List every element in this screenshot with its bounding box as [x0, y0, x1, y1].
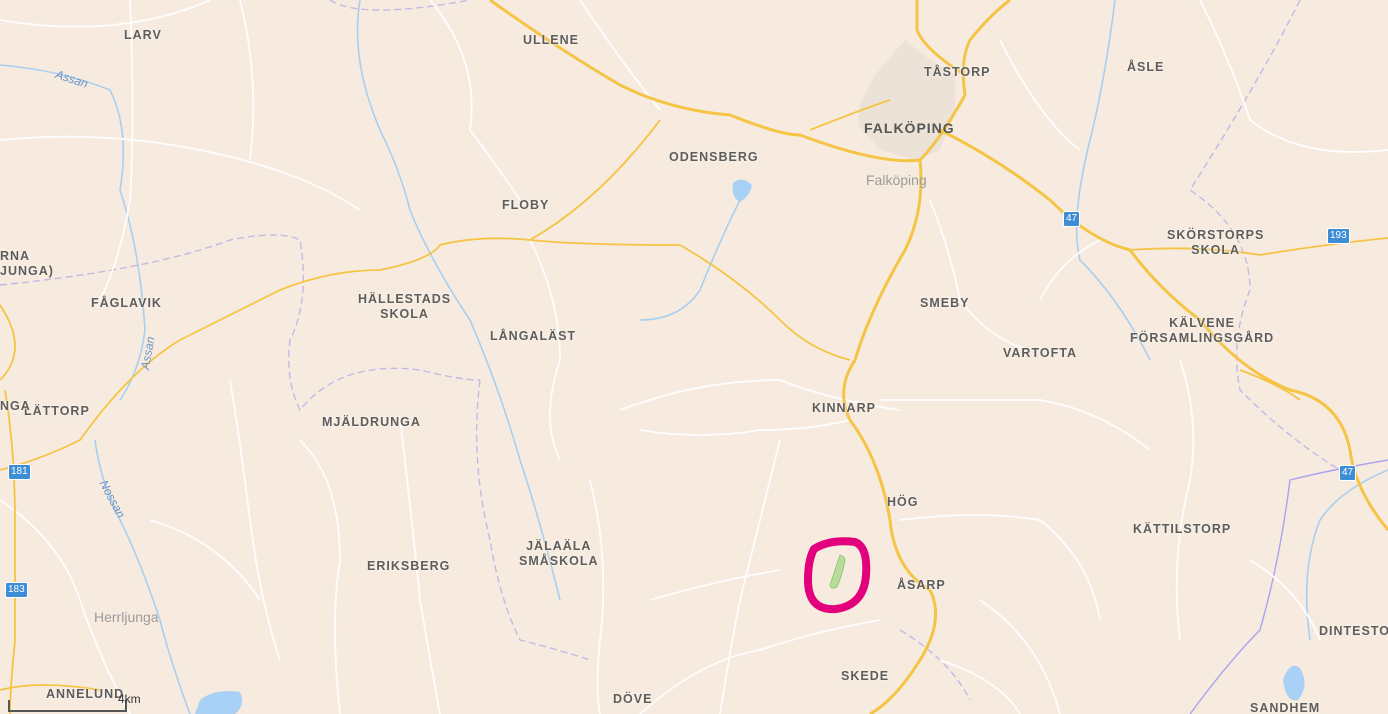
- road-shield-icon: 193: [1327, 228, 1350, 244]
- place-label: MJÄLDRUNGA: [322, 415, 421, 429]
- place-label: KÄTTILSTORP: [1133, 522, 1232, 536]
- place-label: FÅGLAVIK: [91, 296, 162, 310]
- road-shield-icon: 47: [1339, 465, 1357, 481]
- lake-odensberg: [732, 179, 752, 202]
- place-label: ÅSARP: [897, 578, 946, 592]
- place-label: KÄLVENE FÖRSAMLINGSGÅRD: [1130, 316, 1275, 345]
- place-label: HÖG: [887, 495, 919, 509]
- town-label: FALKÖPING: [864, 120, 955, 136]
- town-label: Herrljunga: [94, 609, 159, 625]
- town-label: Falköping: [866, 172, 927, 188]
- place-label: RNA JUNGA): [0, 249, 54, 278]
- place-label: SANDHEM: [1250, 701, 1321, 714]
- place-label: LÅNGALÄST: [490, 329, 577, 343]
- road-shield-icon: 181: [8, 464, 31, 480]
- place-label: SMEBY: [920, 296, 970, 310]
- lake-southwest: [195, 691, 243, 714]
- place-label: JÄLAÄLA SMÅSKOLA: [519, 539, 599, 568]
- place-label: NGA: [0, 399, 31, 413]
- scale-bar: [8, 700, 127, 712]
- place-label: DÖVE: [613, 692, 653, 706]
- place-label: ERIKSBERG: [367, 559, 451, 573]
- place-label: VARTOFTA: [1003, 346, 1077, 360]
- scale-label: 4km: [118, 692, 141, 706]
- road-shield-icon: 47: [1063, 211, 1081, 227]
- place-label: SKÖRSTORPS SKOLA: [1167, 228, 1265, 257]
- map-canvas[interactable]: LARV ULLENE TÅSTORP ÅSLE ODENSBERG FLOBY…: [0, 0, 1388, 714]
- highlight-marker-icon[interactable]: [800, 535, 875, 617]
- place-label: KINNARP: [812, 401, 876, 415]
- place-label: TÅSTORP: [924, 65, 991, 79]
- place-label: SKEDE: [841, 669, 890, 683]
- place-label: LÄTTORP: [24, 404, 90, 418]
- place-label: ULLENE: [523, 33, 579, 47]
- place-label: DINTESTO: [1319, 624, 1388, 638]
- place-label: ÅSLE: [1127, 60, 1165, 74]
- road-shield-icon: 183: [5, 582, 28, 598]
- place-label: LARV: [124, 28, 162, 42]
- place-label: HÄLLESTADS SKOLA: [358, 292, 452, 321]
- place-label: FLOBY: [502, 198, 550, 212]
- place-label: ODENSBERG: [669, 150, 759, 164]
- map-base-layer: [0, 0, 1388, 714]
- lake-sandhem: [1283, 665, 1305, 701]
